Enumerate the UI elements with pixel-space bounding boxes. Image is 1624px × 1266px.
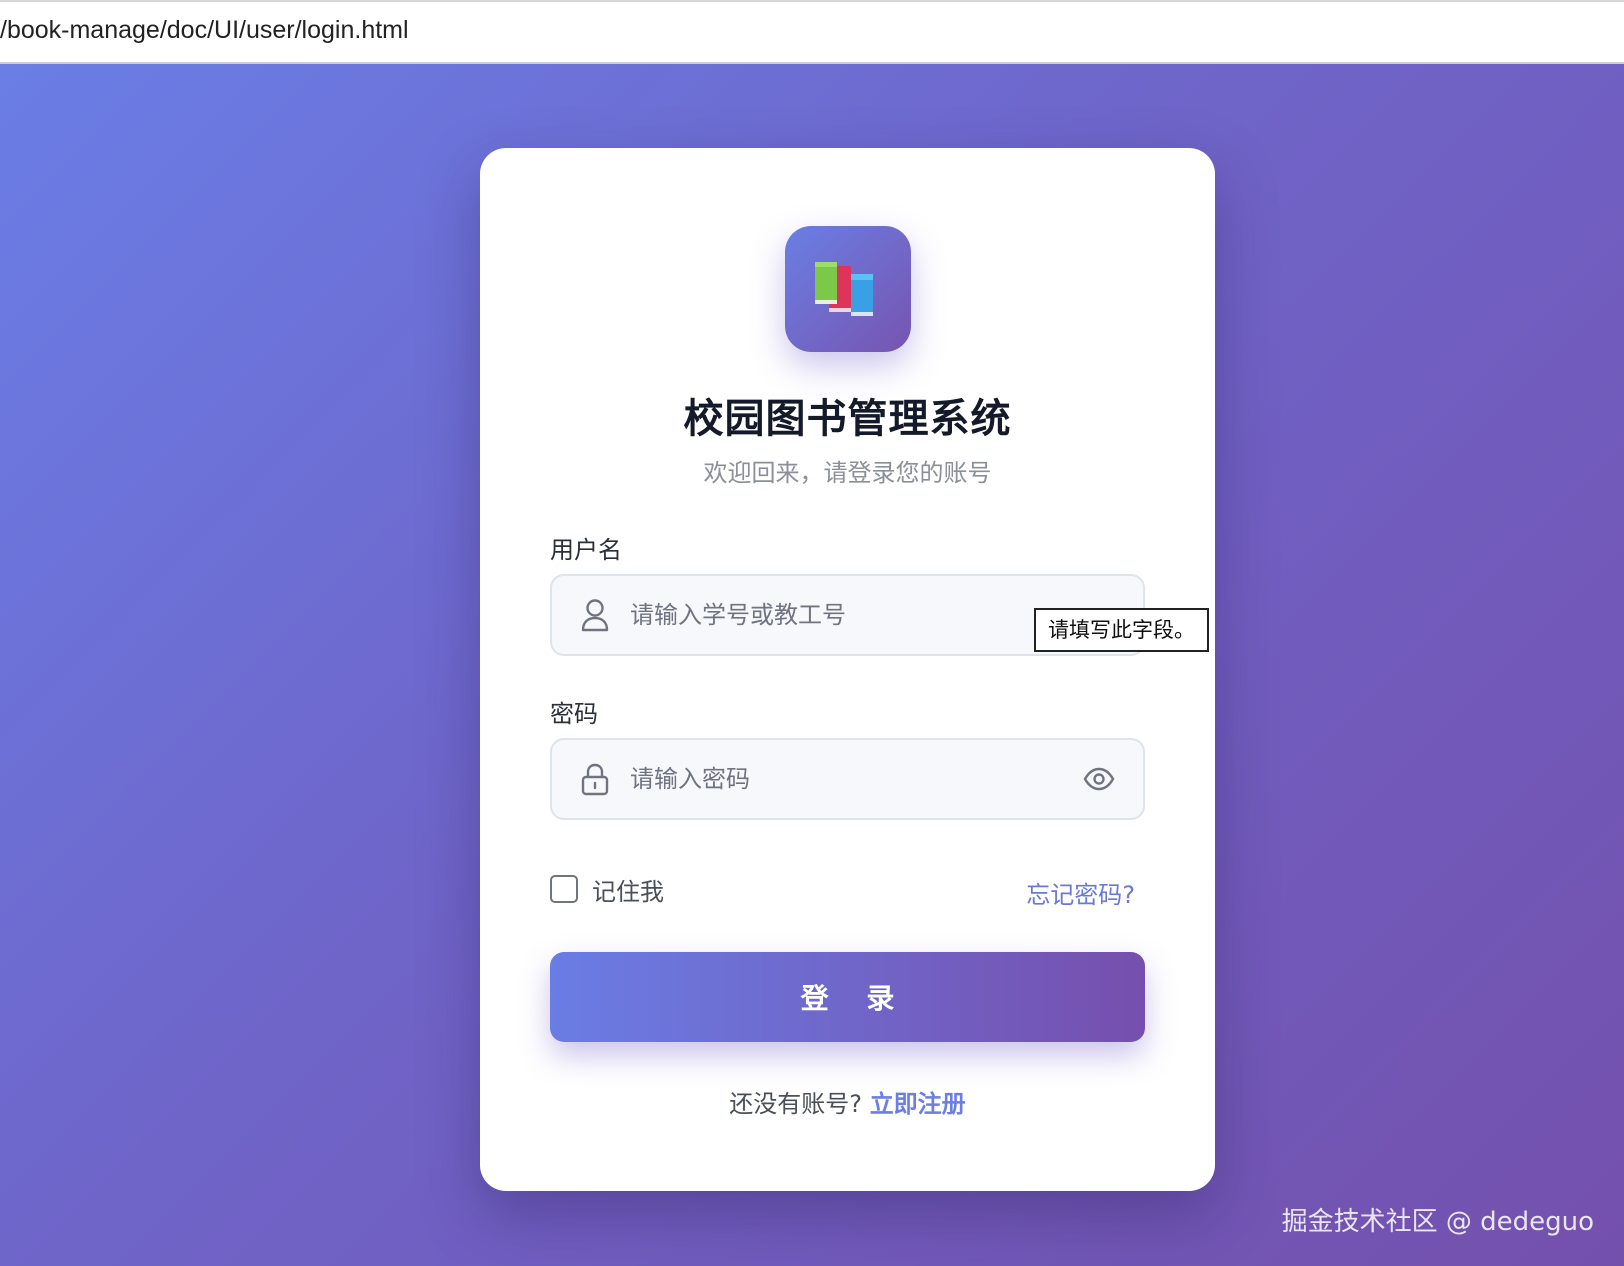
app-logo — [785, 226, 911, 352]
remember-me-checkbox[interactable] — [550, 875, 578, 903]
eye-icon[interactable] — [1083, 764, 1115, 794]
remember-me[interactable]: 记住我 — [550, 872, 664, 907]
lock-icon — [581, 763, 609, 796]
register-link[interactable]: 立即注册 — [870, 1090, 966, 1118]
login-button[interactable]: 登 录 — [550, 952, 1145, 1042]
validation-tooltip: 请填写此字段。 — [1034, 608, 1209, 652]
page-background: 校园图书管理系统 欢迎回来，请登录您的账号 用户名 请填写此字段。 密码 — [0, 64, 1624, 1266]
login-card: 校园图书管理系统 欢迎回来，请登录您的账号 用户名 请填写此字段。 密码 — [480, 148, 1215, 1191]
forgot-password-link[interactable]: 忘记密码? — [1026, 875, 1135, 910]
register-prompt: 还没有账号? — [729, 1090, 863, 1118]
password-input[interactable] — [630, 740, 1050, 818]
page-title: 校园图书管理系统 — [683, 396, 1012, 442]
user-icon — [581, 599, 609, 632]
page-subtitle: 欢迎回来，请登录您的账号 — [703, 459, 992, 487]
password-field[interactable] — [550, 738, 1145, 820]
remember-me-label[interactable]: 记住我 — [592, 872, 664, 907]
register-row: 还没有账号? 立即注册 — [480, 1084, 1215, 1119]
password-label: 密码 — [550, 700, 598, 728]
username-label: 用户名 — [550, 536, 622, 564]
watermark: 掘金技术社区 @ dedeguo — [1281, 1207, 1594, 1237]
username-input[interactable] — [630, 576, 1050, 654]
books-icon — [815, 262, 873, 316]
browser-address-bar[interactable]: /book-manage/doc/UI/user/login.html — [0, 0, 1624, 64]
address-url[interactable]: /book-manage/doc/UI/user/login.html — [0, 16, 409, 45]
username-field[interactable]: 请填写此字段。 — [550, 574, 1209, 656]
